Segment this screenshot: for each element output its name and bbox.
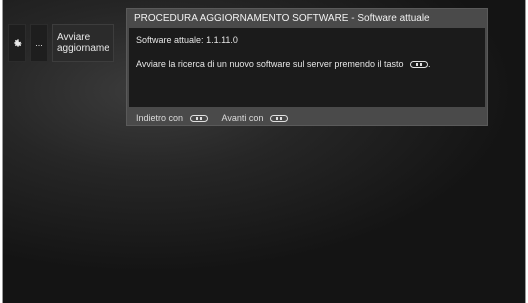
dialog-title: PROCEDURA AGGIORNAMENTO SOFTWARE - Softw… bbox=[134, 13, 430, 24]
dialog-body: Software attuale: 1.1.11.0 Avviare la ri… bbox=[129, 28, 485, 107]
breadcrumb-current-line2: aggiornamento bbox=[57, 43, 109, 54]
next-key-icon bbox=[269, 115, 288, 123]
gear-icon bbox=[13, 38, 22, 47]
current-software-line: Software attuale: 1.1.11.0 bbox=[136, 35, 238, 45]
back-key-icon bbox=[189, 115, 208, 123]
current-software-label: Software attuale: bbox=[136, 35, 204, 45]
current-software-value: 1.1.11.0 bbox=[206, 35, 238, 45]
next-hint-label: Avanti con bbox=[221, 113, 264, 123]
back-hint-label: Indietro con bbox=[136, 113, 184, 123]
dialog-footer: Indietro con Avanti con bbox=[136, 113, 288, 123]
next-hint[interactable]: Avanti con bbox=[222, 113, 288, 123]
breadcrumb-settings[interactable] bbox=[8, 24, 26, 62]
breadcrumb: ... Avviare aggiornamento bbox=[8, 24, 114, 62]
back-hint[interactable]: Indietro con bbox=[136, 113, 208, 123]
instruction-suffix: . bbox=[427, 59, 431, 69]
instruction-text: Avviare la ricerca di un nuovo software … bbox=[136, 59, 404, 69]
instruction-line: Avviare la ricerca di un nuovo software … bbox=[136, 59, 431, 69]
breadcrumb-ellipsis[interactable]: ... bbox=[30, 24, 48, 62]
breadcrumb-current[interactable]: Avviare aggiornamento bbox=[52, 24, 114, 62]
software-update-dialog: PROCEDURA AGGIORNAMENTO SOFTWARE - Softw… bbox=[126, 8, 488, 126]
ok-key-icon bbox=[409, 61, 428, 69]
tv-screen: ... Avviare aggiornamento PROCEDURA AGGI… bbox=[2, 0, 526, 303]
breadcrumb-current-line1: Avviare bbox=[57, 32, 91, 43]
